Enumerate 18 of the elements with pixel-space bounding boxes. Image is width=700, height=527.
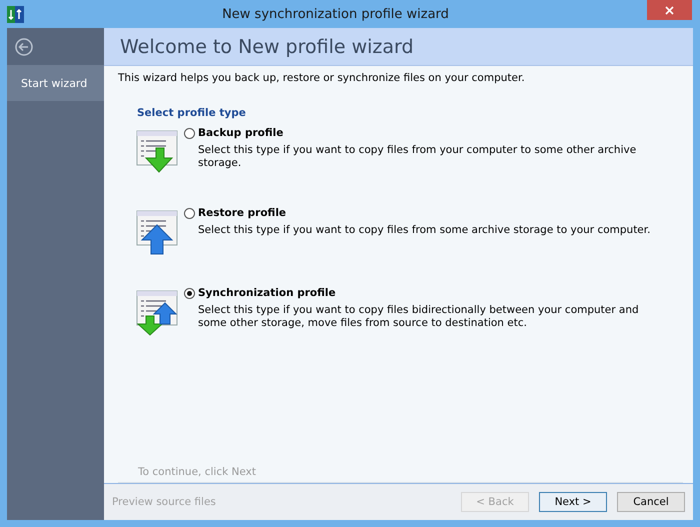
option-description: Select this type if you want to copy files from your computer to some other archive storage. bbox=[198, 144, 638, 170]
radio-option[interactable]: Restore profile bbox=[184, 207, 658, 219]
document-up-arrow-icon bbox=[136, 210, 180, 256]
intro-text: This wizard helps you back up, restore or synchronize files on your computer. bbox=[118, 72, 526, 84]
radio-option[interactable]: Synchronization profile bbox=[184, 287, 658, 299]
window-title: New synchronization profile wizard bbox=[221, 6, 450, 22]
page-title: Welcome to New profile wizard bbox=[120, 36, 414, 58]
sidebar-item[interactable]: Start wizard bbox=[7, 65, 104, 101]
next-button[interactable]: Next > bbox=[539, 492, 607, 512]
document-arrows-icon bbox=[136, 290, 180, 336]
cancel-button[interactable]: Cancel bbox=[617, 492, 685, 512]
section-title: Select profile type bbox=[137, 107, 247, 119]
option-description: Select this type if you want to copy files from some archive storage to your computer. bbox=[198, 224, 652, 237]
close-icon bbox=[665, 6, 674, 14]
app-icon bbox=[7, 6, 24, 22]
radio-option[interactable]: Backup profile bbox=[184, 127, 658, 139]
option-description: Select this type if you want to copy files bidirectionally between your computer and some other storage, move files from source to destination etc. bbox=[198, 304, 640, 330]
close-button[interactable] bbox=[647, 0, 692, 20]
